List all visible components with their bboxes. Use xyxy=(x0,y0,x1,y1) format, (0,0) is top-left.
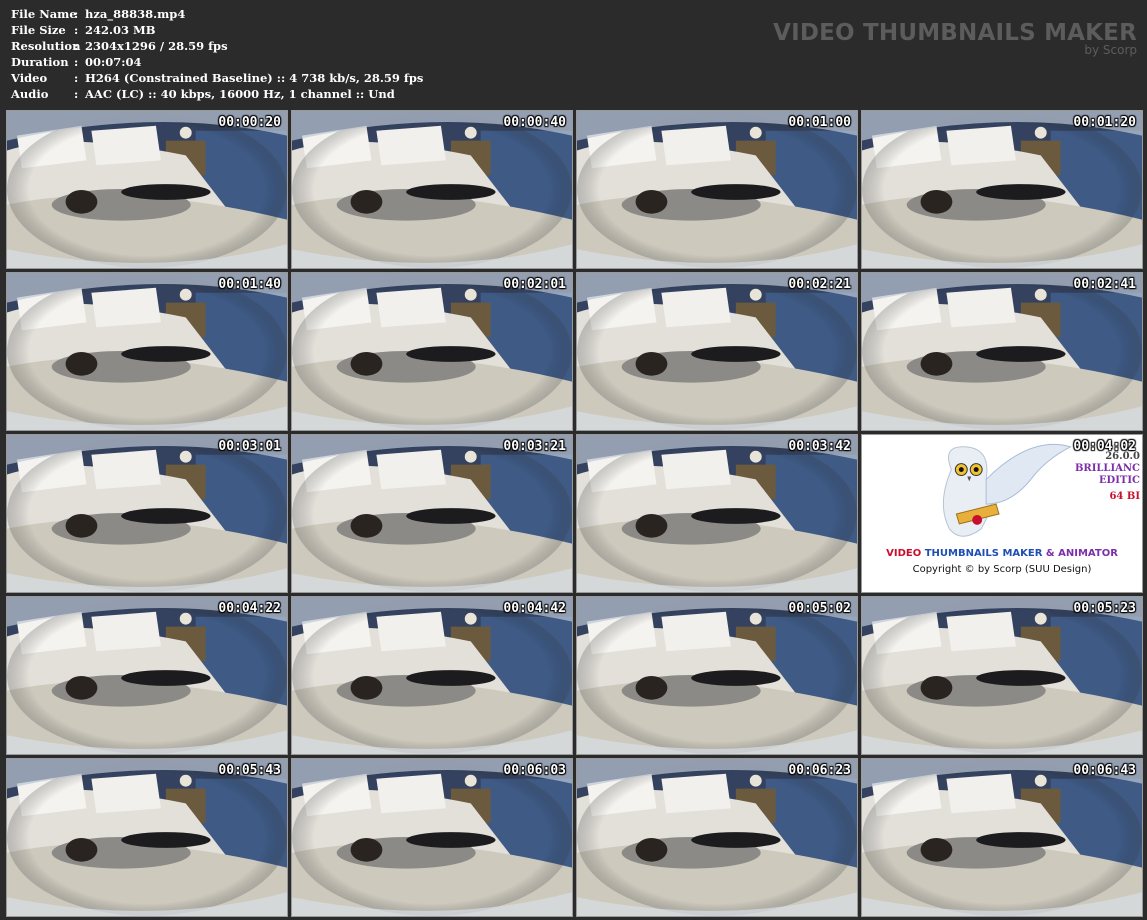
file-info-key: Resolution xyxy=(11,39,81,53)
video-frame-image xyxy=(292,597,572,754)
thumbnail-timestamp: 00:04:42 xyxy=(503,601,566,616)
thumbnail-timestamp: 00:00:20 xyxy=(218,115,281,130)
thumbnail-frame: 00:05:43 xyxy=(6,758,288,917)
logo-word-video: VIDEO xyxy=(886,548,922,559)
thumbnail-frame: 00:06:43 xyxy=(861,758,1143,917)
file-info-separator: : xyxy=(74,87,79,101)
file-info-separator: : xyxy=(74,55,79,69)
thumbnail-frame: 00:03:01 xyxy=(6,434,288,593)
file-info-row: Audio: AAC (LC) :: 40 kbps, 16000 Hz, 1 c… xyxy=(11,86,423,102)
thumbnail-grid: 00:00:20 00:00:40 00:01:00 00:01:20 00:0… xyxy=(6,110,1143,917)
file-info: File Name: hza_88838.mp4 File Size:242.03 … xyxy=(11,6,423,102)
thumbnail-frame: 00:00:40 xyxy=(291,110,573,269)
thumbnail-frame: 00:01:20 xyxy=(861,110,1143,269)
video-frame-image xyxy=(292,273,572,430)
video-frame-image xyxy=(7,435,287,592)
thumbnail-frame: 00:06:03 xyxy=(291,758,573,917)
thumbnail-frame: 00:01:00 xyxy=(576,110,858,269)
file-info-separator: : xyxy=(74,39,79,53)
file-info-value: AAC (LC) :: 40 kbps, 16000 Hz, 1 channel… xyxy=(85,87,395,101)
thumbnail-timestamp: 00:05:23 xyxy=(1073,601,1136,616)
video-frame-image xyxy=(7,597,287,754)
thumbnail-frame: 00:05:02 xyxy=(576,596,858,755)
thumbnail-timestamp: 00:02:21 xyxy=(788,277,851,292)
file-info-key: File Name xyxy=(11,7,77,21)
logo-word-animator: & ANIMATOR xyxy=(1045,548,1118,559)
logo-word-thumbnails: THUMBNAILS MAKER xyxy=(924,548,1043,559)
file-info-row: Duration:00:07:04 xyxy=(11,54,423,70)
file-info-value: H264 (Constrained Baseline) :: 4 738 kb/… xyxy=(85,71,424,85)
thumbnail-frame: 00:03:21 xyxy=(291,434,573,593)
video-frame-image xyxy=(292,435,572,592)
thumbnail-timestamp: 00:00:40 xyxy=(503,115,566,130)
thumbnail-timestamp: 00:03:42 xyxy=(788,439,851,454)
thumbnail-timestamp: 00:01:20 xyxy=(1073,115,1136,130)
thumbnail-timestamp: 00:04:02 xyxy=(1073,439,1136,454)
thumbnail-timestamp: 00:04:22 xyxy=(218,601,281,616)
thumbnail-frame: 00:00:20 xyxy=(6,110,288,269)
thumbnail-timestamp: 00:03:21 xyxy=(503,439,566,454)
logo-edition-2: EDITIC xyxy=(1098,475,1140,486)
logo-product-name: VIDEO THUMBNAILS MAKER & ANIMATOR xyxy=(862,548,1142,559)
file-info-row: File Size:242.03 MB xyxy=(11,22,423,38)
thumbnail-frame: 00:03:42 xyxy=(576,434,858,593)
thumbnail-timestamp: 00:05:43 xyxy=(218,763,281,778)
video-frame-image xyxy=(7,111,287,268)
file-info-value: hza_88838.mp4 xyxy=(85,7,186,21)
file-info-value: 2304x1296 / 28.59 fps xyxy=(85,39,228,53)
logo-copyright: Copyright © by Scorp (SUU Design) xyxy=(912,564,1092,575)
thumbnail-frame: 00:02:21 xyxy=(576,272,858,431)
video-frame-image xyxy=(292,759,572,916)
thumbnail-frame: 00:02:01 xyxy=(291,272,573,431)
thumbnail-timestamp: 00:02:41 xyxy=(1073,277,1136,292)
file-info-key: File Size xyxy=(11,23,66,37)
thumbnail-frame: 00:05:23 xyxy=(861,596,1143,755)
video-frame-image xyxy=(292,111,572,268)
video-frame-image xyxy=(862,759,1142,916)
thumbnail-frame: 00:04:42 xyxy=(291,596,573,755)
thumbnail-frame: 00:04:22 xyxy=(6,596,288,755)
file-info-separator: : xyxy=(74,7,79,21)
file-info-row: Resolution:2304x1296 / 28.59 fps xyxy=(11,38,423,54)
thumbnail-timestamp: 00:06:43 xyxy=(1073,763,1136,778)
file-info-row: Video: H264 (Constrained Baseline) :: 4 7… xyxy=(11,70,423,86)
logo-bits: 64 BI xyxy=(1109,491,1140,502)
file-info-value: 00:07:04 xyxy=(85,55,142,69)
thumbnail-timestamp: 00:02:01 xyxy=(503,277,566,292)
video-frame-image xyxy=(577,111,857,268)
logo-edition: BRILLIANC xyxy=(1074,463,1140,474)
thumbnail-timestamp: 00:01:00 xyxy=(788,115,851,130)
video-frame-image xyxy=(577,435,857,592)
thumbnail-frame: 00:06:23 xyxy=(576,758,858,917)
video-frame-image xyxy=(7,759,287,916)
video-frame-image xyxy=(577,759,857,916)
file-info-separator: : xyxy=(74,71,79,85)
file-info-separator: : xyxy=(74,23,79,37)
file-info-key: Video xyxy=(11,71,48,85)
video-frame-image xyxy=(862,111,1142,268)
thumbnail-timestamp: 00:05:02 xyxy=(788,601,851,616)
file-info-value: 242.03 MB xyxy=(85,23,156,37)
thumbnail-timestamp: 00:03:01 xyxy=(218,439,281,454)
file-info-key: Audio xyxy=(11,87,49,101)
thumbnail-timestamp: 00:06:23 xyxy=(788,763,851,778)
video-frame-image xyxy=(577,597,857,754)
thumbnail-frame: 26.0.0 BRILLIANC EDITIC 64 BI VIDEO THUMBNAI… xyxy=(861,434,1143,593)
video-frame-image xyxy=(862,273,1142,430)
video-frame-image xyxy=(7,273,287,430)
file-info-key: Duration xyxy=(11,55,69,69)
thumbnail-timestamp: 00:01:40 xyxy=(218,277,281,292)
video-frame-image xyxy=(577,273,857,430)
thumbnail-frame: 00:01:40 xyxy=(6,272,288,431)
thumbnail-timestamp: 00:06:03 xyxy=(503,763,566,778)
thumbnail-frame: 00:02:41 xyxy=(861,272,1143,431)
video-frame-image xyxy=(862,597,1142,754)
file-info-row: File Name: hza_88838.mp4 xyxy=(11,6,423,22)
brand-title: VIDEO THUMBNAILS MAKER xyxy=(773,20,1137,46)
brand-watermark: VIDEO THUMBNAILS MAKER by Scorp xyxy=(773,20,1137,57)
